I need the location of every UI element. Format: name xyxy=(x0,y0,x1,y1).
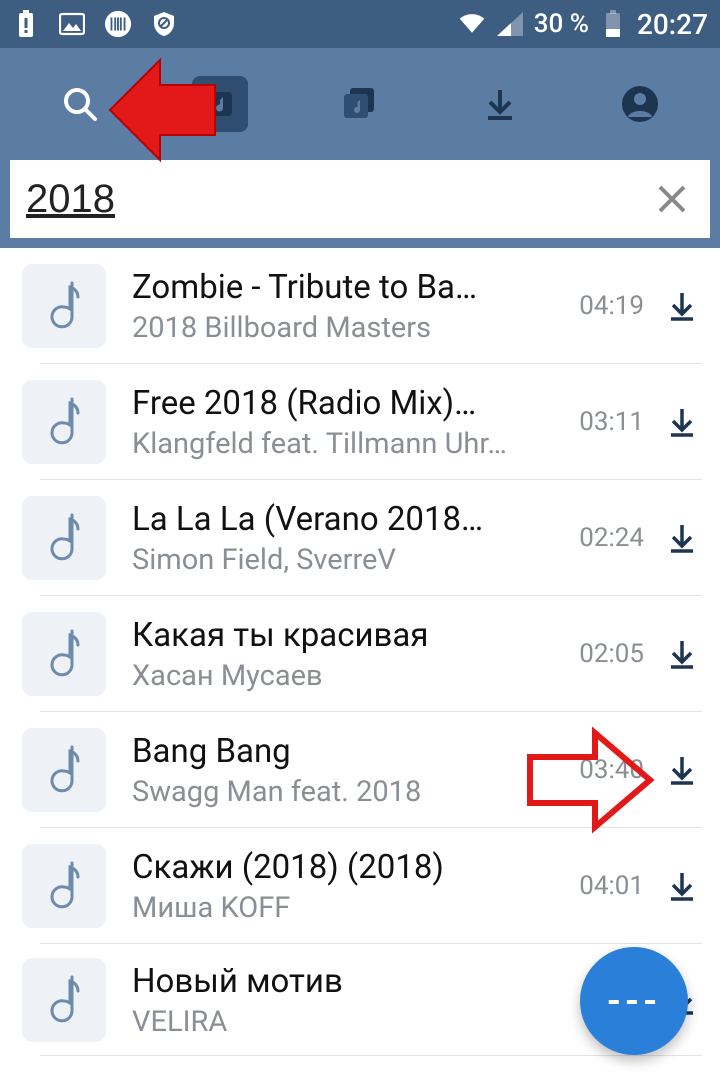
track-title: Zombie - Tribute to Ba… xyxy=(132,268,560,307)
track-title: Bang Bang xyxy=(132,732,560,771)
battery-alert-icon xyxy=(12,10,40,38)
download-button[interactable] xyxy=(662,286,702,326)
music-note-icon xyxy=(22,958,106,1042)
downloads-tab[interactable] xyxy=(472,76,528,132)
wifi-icon xyxy=(458,10,486,38)
shield-check-icon xyxy=(150,10,178,38)
music-note-icon xyxy=(22,264,106,348)
playlist-tab[interactable] xyxy=(332,76,388,132)
track-duration: 02:05 xyxy=(574,639,644,669)
track-title: Какая ты красивая xyxy=(132,616,560,655)
battery-icon xyxy=(599,10,627,38)
track-list: Zombie - Tribute to Ba… 2018 Billboard Ma… xyxy=(0,248,720,1056)
music-note-icon xyxy=(22,612,106,696)
music-note-icon xyxy=(22,728,106,812)
track-row[interactable]: Скажи (2018) (2018) Миша KOFF 04:01 xyxy=(0,828,720,944)
track-artist: Хасан Мусаев xyxy=(132,659,560,693)
fab-label: --- xyxy=(607,980,662,1022)
download-button[interactable] xyxy=(662,634,702,674)
track-artist: Swagg Man feat. 2018 xyxy=(132,775,560,809)
battery-pct: 30 % xyxy=(534,9,589,39)
track-duration: 02:24 xyxy=(574,523,644,553)
track-artist: VELIRA xyxy=(132,1005,560,1039)
clock: 20:27 xyxy=(637,8,708,41)
music-tab[interactable] xyxy=(192,76,248,132)
track-row[interactable]: Free 2018 (Radio Mix)… Klangfeld feat. Ti… xyxy=(0,364,720,480)
track-duration: 03:40 xyxy=(574,755,644,785)
track-title: Скажи (2018) (2018) xyxy=(132,848,560,887)
track-row[interactable]: Zombie - Tribute to Ba… 2018 Billboard Ma… xyxy=(0,248,720,364)
signal-icon xyxy=(496,10,524,38)
track-row[interactable]: Bang Bang Swagg Man feat. 2018 03:40 xyxy=(0,712,720,828)
download-button[interactable] xyxy=(662,402,702,442)
track-title: Новый мотив xyxy=(132,962,560,1001)
barcode-icon xyxy=(104,10,132,38)
fab-more-button[interactable]: --- xyxy=(580,947,688,1055)
track-artist: 2018 Billboard Masters xyxy=(132,311,560,345)
music-note-icon xyxy=(22,844,106,928)
track-artist: Simon Field, SverreV xyxy=(132,543,560,577)
image-icon xyxy=(58,10,86,38)
search-box xyxy=(10,160,710,238)
search-tab[interactable] xyxy=(52,76,108,132)
track-artist: Klangfeld feat. Tillmann Uhr… xyxy=(132,427,560,461)
toolbar xyxy=(0,48,720,160)
track-title: Free 2018 (Radio Mix)… xyxy=(132,384,560,423)
profile-tab[interactable] xyxy=(612,76,668,132)
track-row[interactable]: La La La (Verano 2018… Simon Field, Sverr… xyxy=(0,480,720,596)
download-button[interactable] xyxy=(662,750,702,790)
music-note-icon xyxy=(22,380,106,464)
clear-search-icon[interactable] xyxy=(650,177,694,221)
download-button[interactable] xyxy=(662,866,702,906)
track-duration: 04:01 xyxy=(574,871,644,901)
track-row[interactable]: Какая ты красивая Хасан Мусаев 02:05 xyxy=(0,596,720,712)
download-button[interactable] xyxy=(662,518,702,558)
track-duration: 03:11 xyxy=(574,407,644,437)
search-input[interactable] xyxy=(26,177,650,222)
music-note-icon xyxy=(22,496,106,580)
track-title: La La La (Verano 2018… xyxy=(132,500,560,539)
status-bar: 30 % 20:27 xyxy=(0,0,720,48)
track-artist: Миша KOFF xyxy=(132,891,560,925)
track-duration: 04:19 xyxy=(574,291,644,321)
